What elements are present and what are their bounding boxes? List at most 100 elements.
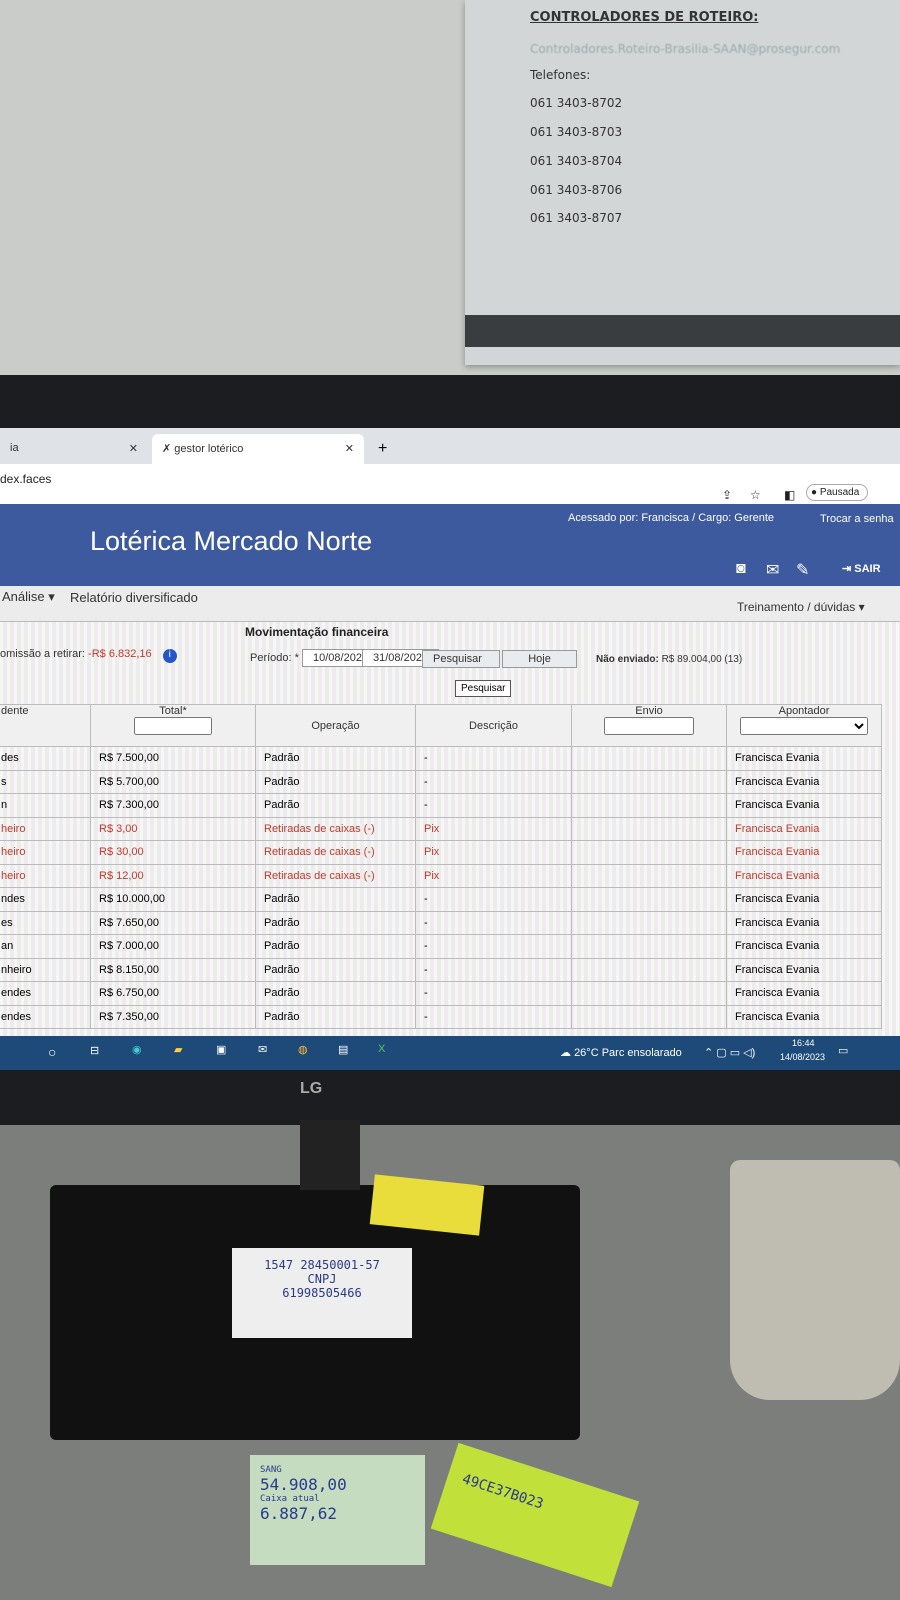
row-operacao: Padrão — [255, 957, 416, 982]
row-descricao: Pix — [415, 816, 572, 841]
monitor-stand — [300, 1120, 360, 1190]
app-icon[interactable]: ▤ — [338, 1043, 348, 1056]
store-icon[interactable]: ▣ — [216, 1043, 226, 1056]
monitor-brand: LG — [300, 1080, 323, 1097]
table-row[interactable]: s R$ 5.700,00 Padrão - Francisca Evania — [0, 769, 882, 794]
access-info: Acessado por: Francisca / Cargo: Gerente — [568, 512, 775, 524]
row-envio — [571, 746, 727, 771]
table-row[interactable]: endes R$ 6.750,00 Padrão - Francisca Evania — [0, 981, 882, 1006]
table-row[interactable]: heiro R$ 3,00 Retiradas de caixas (-) Pix Fr… — [0, 816, 882, 841]
sang-label: SANG — [260, 1465, 282, 1475]
row-total: R$ 7.650,00 — [90, 910, 256, 935]
comissao-label: omissão a retirar: — [0, 648, 85, 660]
row-apontador: Francisca Evania — [726, 957, 882, 982]
url-text[interactable]: dex.faces — [0, 472, 51, 486]
address-bar[interactable]: dex.faces ⇪ ☆ ◧ ● Pausada — [0, 464, 900, 508]
row-total: R$ 7.300,00 — [90, 793, 256, 818]
sidebar-icon[interactable]: ◧ — [784, 488, 795, 502]
row-ident: des — [0, 746, 91, 771]
caixa-label: Caixa atual — [260, 1494, 320, 1504]
chrome-icon[interactable]: ◍ — [298, 1043, 308, 1056]
main-menu: Análise ▾ Relatório diversificado Treina… — [0, 586, 900, 622]
menu-analise[interactable]: Análise ▾ — [2, 589, 55, 605]
periodo-label: Período: * — [250, 652, 299, 664]
row-total: R$ 8.150,00 — [90, 957, 256, 982]
app-header: Lotérica Mercado Norte Acessado por: Fra… — [0, 504, 900, 586]
table-row[interactable]: an R$ 7.000,00 Padrão - Francisca Evania — [0, 934, 882, 959]
row-total: R$ 5.700,00 — [90, 769, 256, 794]
row-descricao: Pix — [415, 840, 572, 865]
nao-enviado-value: R$ 89.004,00 (13) — [661, 654, 743, 665]
row-ident: ndes — [0, 887, 91, 912]
phone-3: 061 3403-8704 — [530, 154, 623, 168]
settings-icon[interactable]: ◙ — [736, 560, 746, 578]
row-apontador: Francisca Evania — [726, 769, 882, 794]
info-icon[interactable]: i — [162, 649, 177, 663]
row-envio — [571, 793, 727, 818]
table-row[interactable]: heiro R$ 12,00 Retiradas de caixas (-) Pix F… — [0, 863, 882, 888]
tray-icons[interactable]: ⌃ ▢ ▭ ◁) — [704, 1046, 755, 1059]
edge-icon[interactable]: ◉ — [132, 1043, 142, 1056]
menu-treinamento[interactable]: Treinamento / dúvidas ▾ — [737, 600, 865, 614]
row-operacao: Retiradas de caixas (-) — [255, 840, 416, 865]
folder-icon[interactable]: ▰ — [174, 1043, 182, 1056]
table-row[interactable]: nheiro R$ 8.150,00 Padrão - Francisca Evania — [0, 957, 882, 982]
table-row[interactable]: heiro R$ 30,00 Retiradas de caixas (-) Pix F… — [0, 840, 882, 865]
tab-gestor[interactable]: ✗ gestor lotérico ✕ — [152, 434, 364, 464]
tooltip: Pesquisar — [455, 680, 512, 697]
weather-widget[interactable]: ☁ 26°C Parc ensolarado — [560, 1046, 682, 1059]
app-title: Lotérica Mercado Norte — [90, 526, 373, 556]
row-operacao: Padrão — [255, 981, 416, 1006]
profile-button[interactable]: ● Pausada — [806, 484, 869, 501]
row-total: R$ 7.500,00 — [90, 746, 256, 771]
table-row[interactable]: endes R$ 7.350,00 Padrão - Francisca Evania — [0, 1004, 882, 1029]
new-tab-button[interactable]: + — [378, 440, 387, 458]
table-row[interactable]: des R$ 7.500,00 Padrão - Francisca Evania — [0, 746, 882, 771]
total-filter-input[interactable] — [134, 717, 212, 735]
edit-icon[interactable]: ✎ — [796, 560, 809, 580]
star-icon[interactable]: ☆ — [750, 488, 761, 502]
wall-paper-notice: CONTROLADORES DE ROTEIRO: Controladores.… — [465, 0, 900, 365]
change-password-link[interactable]: Trocar a senha — [820, 513, 894, 525]
apontador-filter-select[interactable] — [740, 717, 868, 735]
row-ident: heiro — [0, 840, 91, 865]
row-total: R$ 7.000,00 — [90, 934, 256, 959]
row-ident: es — [0, 910, 91, 935]
table-header: dente Total* Operação Descrição Envio Ap… — [0, 704, 882, 747]
mail-app-icon[interactable]: ✉ — [258, 1043, 267, 1056]
search-icon[interactable]: ○ — [48, 1044, 56, 1060]
row-envio — [571, 816, 727, 841]
row-apontador: Francisca Evania — [726, 746, 882, 771]
row-envio — [571, 1004, 727, 1029]
close-icon[interactable]: ✕ — [129, 442, 138, 455]
close-icon[interactable]: ✕ — [345, 442, 354, 455]
tab-1[interactable]: ia ✕ — [0, 434, 148, 464]
envio-filter-input[interactable] — [604, 717, 694, 735]
row-operacao: Padrão — [255, 934, 416, 959]
task-view-icon[interactable]: ⊟ — [90, 1044, 99, 1057]
hoje-button[interactable]: Hoje — [502, 650, 577, 668]
clock-time: 16:44 — [792, 1038, 815, 1048]
row-envio — [571, 863, 727, 888]
excel-icon[interactable]: X — [378, 1043, 385, 1055]
row-descricao: - — [415, 910, 572, 935]
comissao-value: -R$ 6.832,16 — [88, 648, 152, 660]
cnpj-note: 1547 28450001-57 CNPJ 61998505466 — [232, 1248, 412, 1338]
table-row[interactable]: es R$ 7.650,00 Padrão - Francisca Evania — [0, 910, 882, 935]
table-row[interactable]: ndes R$ 10.000,00 Padrão - Francisca Evania — [0, 887, 882, 912]
share-icon[interactable]: ⇪ — [722, 488, 732, 502]
table-row[interactable]: n R$ 7.300,00 Padrão - Francisca Evania — [0, 793, 882, 818]
logout-label: SAIR — [854, 563, 881, 575]
menu-relatorio[interactable]: Relatório diversificado — [70, 590, 198, 605]
row-descricao: - — [415, 887, 572, 912]
mail-icon[interactable]: ✉ — [766, 560, 779, 580]
logout-button[interactable]: ⇥ SAIR — [842, 562, 881, 575]
phone-5: 061 3403-8707 — [530, 211, 623, 225]
notifications-icon[interactable]: ▭ — [838, 1044, 848, 1057]
comissao-info: omissão a retirar: -R$ 6.832,16 i — [0, 648, 177, 663]
pesquisar-button[interactable]: Pesquisar — [422, 650, 500, 668]
caixa-value: 6.887,62 — [260, 1504, 338, 1523]
notice-email: Controladores.Roteiro-Brasilia-SAAN@pros… — [530, 42, 841, 56]
row-descricao: - — [415, 769, 572, 794]
row-operacao: Padrão — [255, 1004, 416, 1029]
